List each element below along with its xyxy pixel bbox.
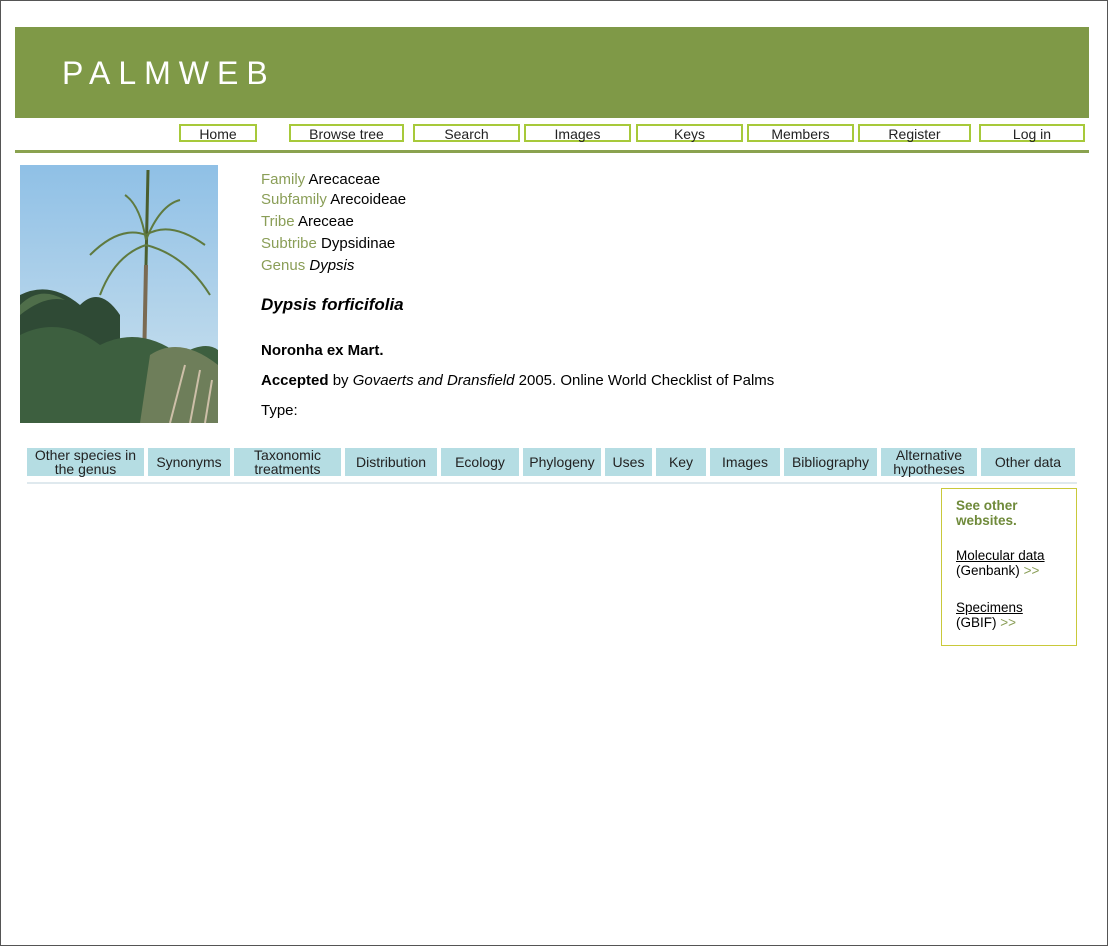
specimens-link[interactable]: Specimens	[956, 600, 1023, 615]
genbank-label: (Genbank)	[956, 563, 1020, 578]
nav-register[interactable]: Register	[858, 124, 971, 142]
tab-images[interactable]: Images	[710, 448, 780, 476]
heading-dot: .	[1013, 513, 1017, 528]
heading-line1: See other	[956, 498, 1018, 513]
gbif-label: (GBIF)	[956, 615, 997, 630]
external-sites-box: See other websites. Molecular data (Genb…	[941, 488, 1077, 646]
taxon-genus: Genus Dypsis	[261, 256, 354, 276]
taxon-subtribe: Subtribe Dypsidinae	[261, 234, 395, 254]
tab-label: Phylogeny	[529, 454, 595, 470]
tab-uses[interactable]: Uses	[605, 448, 652, 476]
taxon-tribe-value[interactable]: Areceae	[298, 213, 354, 230]
tab-label: Other data	[994, 454, 1062, 470]
taxon-subfamily-value[interactable]: Arecoideae	[330, 191, 406, 208]
tab-distribution[interactable]: Distribution	[345, 448, 437, 476]
tab-other-species[interactable]: Other species in the genus	[27, 448, 144, 476]
species-author: Noronha ex Mart.	[261, 342, 384, 359]
molecular-data-link[interactable]: Molecular data	[956, 548, 1045, 563]
tab-label-line2: the genus	[54, 461, 117, 477]
tab-label: Bibliography	[791, 454, 870, 470]
taxon-subtribe-label: Subtribe	[261, 235, 317, 252]
accepted-status: Accepted by Govaerts and Dransfield 2005…	[261, 372, 774, 389]
taxon-genus-value[interactable]: Dypsis	[309, 257, 354, 274]
tab-bar: Other species in the genus Synonyms Taxon…	[27, 448, 1077, 484]
accepted-rest: 2005. Online World Checklist of Palms	[518, 372, 775, 389]
external-sites-heading: See other websites.	[956, 498, 1062, 528]
accepted-label: Accepted	[261, 372, 329, 389]
species-photo[interactable]	[20, 165, 218, 423]
tab-label: Synonyms	[156, 454, 222, 470]
tab-other-data[interactable]: Other data	[981, 448, 1075, 476]
taxon-family-value[interactable]: Arecaceae	[309, 171, 381, 188]
tab-label-line1: Taxonomic	[254, 447, 321, 463]
nav-images[interactable]: Images	[524, 124, 631, 142]
tab-label-line1: Other species in	[34, 447, 137, 463]
nav-browse-tree[interactable]: Browse tree	[289, 124, 404, 142]
nav-log-in[interactable]: Log in	[979, 124, 1085, 142]
heading-line2: websites	[956, 513, 1014, 528]
tab-label-line2: hypotheses	[893, 461, 965, 477]
tab-label: Key	[668, 454, 694, 470]
tab-label: Ecology	[455, 454, 505, 470]
type-label: Type:	[261, 402, 298, 419]
taxon-tribe-label: Tribe	[261, 213, 295, 230]
tab-label: Uses	[612, 454, 645, 470]
tab-key[interactable]: Key	[656, 448, 706, 476]
nav-keys[interactable]: Keys	[636, 124, 743, 142]
tab-bibliography[interactable]: Bibliography	[784, 448, 877, 476]
tab-label-line2: treatments	[254, 461, 321, 477]
tab-label: Distribution	[355, 454, 427, 470]
taxon-subtribe-value[interactable]: Dypsidinae	[321, 235, 395, 252]
tab-label-line1: Alternative	[895, 447, 963, 463]
tab-synonyms[interactable]: Synonyms	[148, 448, 230, 476]
accepted-source: Govaerts and Dransfield	[352, 372, 515, 389]
tab-taxonomic-treatments[interactable]: Taxonomic treatments	[234, 448, 341, 476]
tab-label: Images	[722, 454, 768, 470]
species-name: Dypsis forficifolia	[261, 295, 404, 314]
site-logo[interactable]: PALMWEB	[62, 55, 276, 92]
nav-home[interactable]: Home	[179, 124, 257, 142]
tab-alternative-hypotheses[interactable]: Alternative hypotheses	[881, 448, 977, 476]
accepted-by: by	[332, 372, 349, 389]
taxon-subfamily-label: Subfamily	[261, 191, 327, 208]
tab-phylogeny[interactable]: Phylogeny	[523, 448, 601, 476]
external-link-gbif: Specimens (GBIF) >>	[956, 600, 1062, 630]
nav-search[interactable]: Search	[413, 124, 520, 142]
taxon-subfamily: Subfamily Arecoideae	[261, 190, 406, 210]
taxon-tribe: Tribe Areceae	[261, 212, 354, 232]
main-nav: Home Browse tree Search Images Keys Memb…	[15, 120, 1089, 153]
external-link-genbank: Molecular data (Genbank) >>	[956, 548, 1062, 578]
nav-members[interactable]: Members	[747, 124, 854, 142]
taxon-family: Family Arecaceae	[261, 170, 380, 190]
gbif-arrow[interactable]: >>	[1000, 615, 1016, 630]
genbank-arrow[interactable]: >>	[1024, 563, 1040, 578]
taxon-family-label: Family	[261, 171, 306, 188]
taxon-genus-label: Genus	[261, 257, 306, 274]
tab-ecology[interactable]: Ecology	[441, 448, 519, 476]
